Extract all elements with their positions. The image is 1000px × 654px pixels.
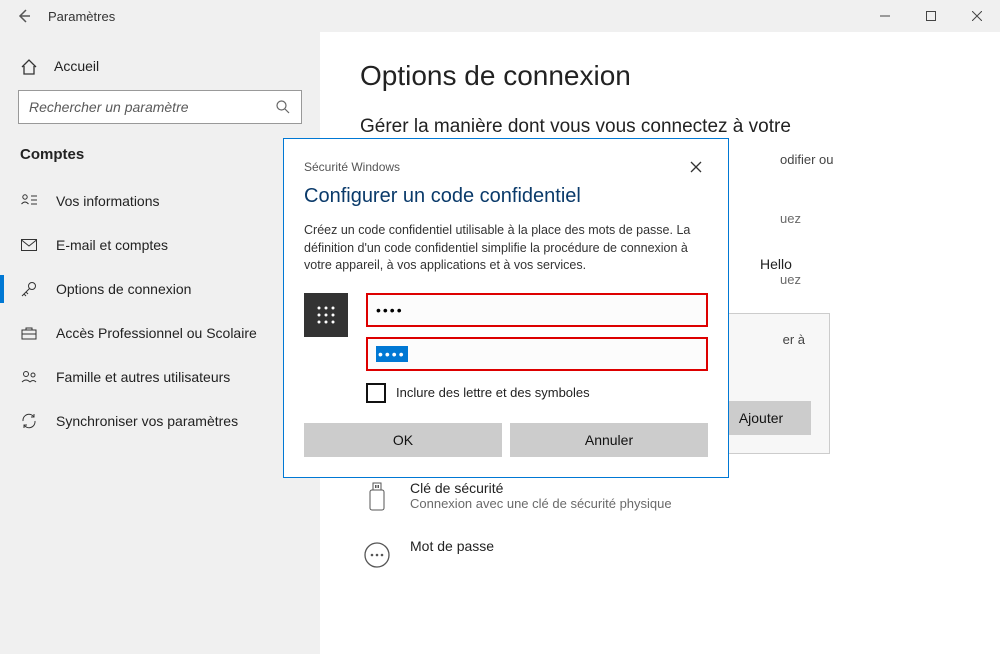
checkbox-label: Inclure des lettre et des symboles [396, 385, 590, 400]
password-dots-icon [360, 538, 394, 572]
section-heading: Gérer la manière dont vous vous connecte… [360, 116, 960, 138]
home-label: Accueil [54, 58, 99, 74]
sync-icon [20, 412, 38, 430]
search-input[interactable] [29, 99, 275, 115]
checkbox-box[interactable] [366, 383, 386, 403]
category-title: Comptes [0, 140, 320, 179]
sidebar-item-label: Options de connexion [56, 281, 191, 297]
pin-value: •••• [376, 346, 408, 362]
search-box[interactable] [18, 90, 302, 124]
pin-input-confirm[interactable]: •••• [366, 337, 708, 371]
partial-text: odifier ou [780, 152, 960, 167]
sidebar: Accueil Comptes Vos informations E-mail … [0, 32, 320, 654]
sidebar-item-label: Synchroniser vos paramètres [56, 413, 238, 429]
person-lines-icon [20, 192, 38, 210]
maximize-button[interactable] [908, 0, 954, 32]
option-title: Clé de sécurité [410, 480, 672, 496]
partial-text: uez [780, 211, 960, 226]
ok-button[interactable]: OK [304, 423, 502, 457]
hello-title: Hello [760, 256, 960, 272]
briefcase-icon [20, 324, 38, 342]
sidebar-item-label: E-mail et comptes [56, 237, 168, 253]
home-button[interactable]: Accueil [0, 48, 320, 84]
include-symbols-checkbox[interactable]: Inclure des lettre et des symboles [366, 383, 708, 403]
sidebar-item-email[interactable]: E-mail et comptes [0, 223, 320, 267]
window-title: Paramètres [48, 9, 115, 24]
dialog-header: Sécurité Windows [304, 160, 400, 174]
sidebar-item-sync[interactable]: Synchroniser vos paramètres [0, 399, 320, 443]
pin-value: •••• [376, 302, 404, 318]
dialog-body: Créez un code confidentiel utilisable à … [304, 222, 708, 275]
mail-icon [20, 236, 38, 254]
option-security-key[interactable]: Clé de sécurité Connexion avec une clé d… [360, 472, 960, 530]
hello-sub: uez [780, 272, 960, 287]
dialog-close-button[interactable] [684, 155, 708, 179]
sidebar-item-work[interactable]: Accès Professionnel ou Scolaire [0, 311, 320, 355]
sidebar-item-family[interactable]: Famille et autres utilisateurs [0, 355, 320, 399]
minimize-button[interactable] [862, 0, 908, 32]
option-password[interactable]: Mot de passe [360, 530, 960, 588]
key-icon [20, 280, 38, 298]
pin-input-new[interactable]: •••• [366, 293, 708, 327]
sidebar-item-info[interactable]: Vos informations [0, 179, 320, 223]
dialog-title: Configurer un code confidentiel [304, 185, 708, 208]
pin-setup-dialog: Sécurité Windows Configurer un code conf… [283, 138, 729, 478]
sidebar-item-label: Vos informations [56, 193, 160, 209]
cancel-button[interactable]: Annuler [510, 423, 708, 457]
sidebar-item-signin[interactable]: Options de connexion [0, 267, 320, 311]
option-title: Mot de passe [410, 538, 494, 554]
option-subtitle: Connexion avec une clé de sécurité physi… [410, 496, 672, 511]
close-button[interactable] [954, 0, 1000, 32]
home-icon [20, 58, 36, 74]
sidebar-item-label: Famille et autres utilisateurs [56, 369, 230, 385]
titlebar: Paramètres [0, 0, 1000, 32]
back-button[interactable] [0, 0, 48, 32]
page-title: Options de connexion [360, 60, 960, 92]
keypad-icon [304, 293, 348, 337]
people-icon [20, 368, 38, 386]
search-icon [275, 99, 291, 115]
usb-key-icon [360, 480, 394, 514]
sidebar-item-label: Accès Professionnel ou Scolaire [56, 325, 257, 341]
